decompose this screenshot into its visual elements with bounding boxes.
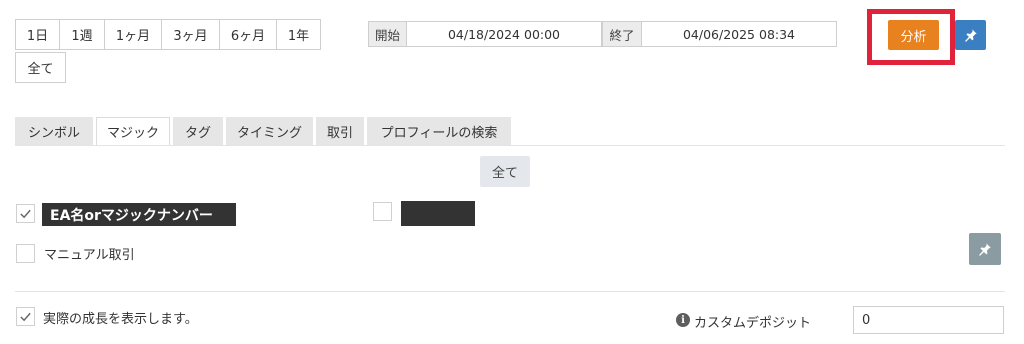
select-all-button[interactable]: 全て xyxy=(480,156,530,187)
ea-magic-label: EA名orマジックナンバー xyxy=(42,203,236,226)
period-1y-button[interactable]: 1年 xyxy=(276,19,321,50)
tab-tag[interactable]: タグ xyxy=(173,117,223,145)
start-date-input[interactable]: 04/18/2024 00:00 xyxy=(406,21,602,47)
period-1w-button[interactable]: 1週 xyxy=(59,19,105,50)
analyze-button[interactable]: 分析 xyxy=(888,20,939,50)
manual-trade-label: マニュアル取引 xyxy=(44,248,135,263)
period-6m-button[interactable]: 6ヶ月 xyxy=(219,19,277,50)
period-1d-button[interactable]: 1日 xyxy=(15,19,60,50)
ea-checkbox[interactable] xyxy=(16,204,35,223)
custom-deposit-input[interactable]: 0 xyxy=(853,306,1004,334)
pin-icon xyxy=(964,29,977,42)
tab-trade[interactable]: 取引 xyxy=(316,117,364,145)
section-divider xyxy=(15,291,1005,292)
tab-profile-search[interactable]: プロフィールの検索 xyxy=(367,117,511,145)
custom-deposit-label: カスタムデポジット xyxy=(694,316,812,331)
second-checkbox[interactable] xyxy=(373,202,392,221)
period-all-button[interactable]: 全て xyxy=(15,52,66,83)
redacted-label xyxy=(401,201,475,226)
pin-icon xyxy=(979,243,991,256)
growth-checkbox[interactable] xyxy=(16,307,35,326)
manual-checkbox[interactable] xyxy=(16,244,35,263)
pin-button[interactable] xyxy=(955,20,986,50)
tab-bar: シンボル マジック タグ タイミング 取引 プロフィールの検索 xyxy=(15,117,514,145)
period-3m-button[interactable]: 3ヶ月 xyxy=(161,19,220,50)
pin-gray-button[interactable] xyxy=(969,233,1001,265)
info-icon: i xyxy=(676,313,690,327)
growth-label: 実際の成長を表示します。 xyxy=(43,312,198,327)
tab-timing[interactable]: タイミング xyxy=(226,117,313,145)
end-date-input[interactable]: 04/06/2025 08:34 xyxy=(641,21,837,47)
tab-divider xyxy=(15,145,1005,146)
tab-symbol[interactable]: シンボル xyxy=(15,117,93,145)
period-button-group: 1日 1週 1ヶ月 3ヶ月 6ヶ月 1年 xyxy=(15,19,321,50)
checkmark-icon xyxy=(20,312,31,322)
checkmark-icon xyxy=(20,209,31,219)
tab-magic[interactable]: マジック xyxy=(96,117,170,145)
end-label: 終了 xyxy=(602,21,642,47)
period-1m-button[interactable]: 1ヶ月 xyxy=(104,19,162,50)
start-label: 開始 xyxy=(368,21,407,47)
